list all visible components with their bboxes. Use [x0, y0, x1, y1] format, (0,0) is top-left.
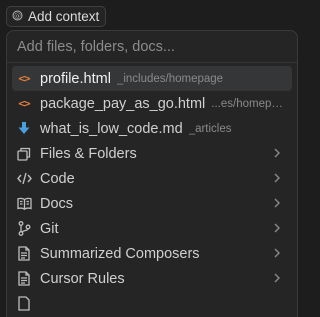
file-path: _articles — [188, 122, 232, 135]
file-item-package-pay-as-go[interactable]: <> package_pay_as_go.html ...es/homepage — [12, 91, 292, 116]
category-files-folders[interactable]: Files & Folders — [12, 141, 292, 166]
category-label: Summarized Composers — [40, 245, 200, 262]
context-popup: Add files, folders, docs... <> profile.h… — [6, 30, 298, 317]
file-name: package_pay_as_go.html — [40, 95, 206, 112]
document-icon — [16, 246, 32, 262]
file-name: what_is_low_code.md — [40, 120, 183, 137]
category-git[interactable]: Git — [12, 216, 292, 241]
chevron-right-icon — [274, 223, 280, 233]
html-code-icon: <> — [18, 72, 30, 85]
add-context-button[interactable]: @ Add context — [6, 6, 107, 27]
context-list: <> profile.html _includes/homepage <> pa… — [7, 63, 297, 316]
html-code-icon: <> — [18, 97, 30, 110]
category-label: Git — [40, 220, 59, 237]
search-placeholder: Add files, folders, docs... — [17, 38, 175, 55]
category-label: Files & Folders — [40, 145, 137, 162]
document-icon — [16, 296, 32, 312]
document-icon — [16, 271, 32, 287]
book-icon — [16, 196, 32, 212]
folder-stack-icon — [16, 146, 32, 162]
code-brackets-icon — [16, 171, 32, 187]
category-label: Code — [40, 170, 75, 187]
category-label: Cursor Rules — [40, 270, 125, 287]
file-name: profile.html — [40, 70, 111, 87]
category-docs[interactable]: Docs — [12, 191, 292, 216]
markdown-download-icon — [16, 121, 32, 137]
chevron-right-icon — [274, 273, 280, 283]
context-search-input[interactable]: Add files, folders, docs... — [7, 31, 297, 62]
chevron-right-icon — [274, 148, 280, 158]
chevron-right-icon — [274, 173, 280, 183]
git-branch-icon — [16, 221, 32, 237]
add-context-label: Add context — [28, 9, 100, 24]
file-item-profile-html[interactable]: <> profile.html _includes/homepage — [12, 66, 292, 91]
category-cursor-rules[interactable]: Cursor Rules — [12, 266, 292, 291]
at-icon: @ — [12, 9, 23, 24]
category-label: Docs — [40, 195, 74, 212]
category-summarized-composers[interactable]: Summarized Composers — [12, 241, 292, 266]
file-item-what-is-low-code[interactable]: what_is_low_code.md _articles — [12, 116, 292, 141]
category-code[interactable]: Code — [12, 166, 292, 191]
file-path: ...es/homepage — [211, 97, 285, 110]
chevron-right-icon — [274, 198, 280, 208]
chevron-right-icon — [274, 248, 280, 258]
svg-text:@: @ — [14, 11, 21, 19]
category-partial[interactable] — [12, 291, 292, 316]
file-path: _includes/homepage — [116, 72, 224, 85]
